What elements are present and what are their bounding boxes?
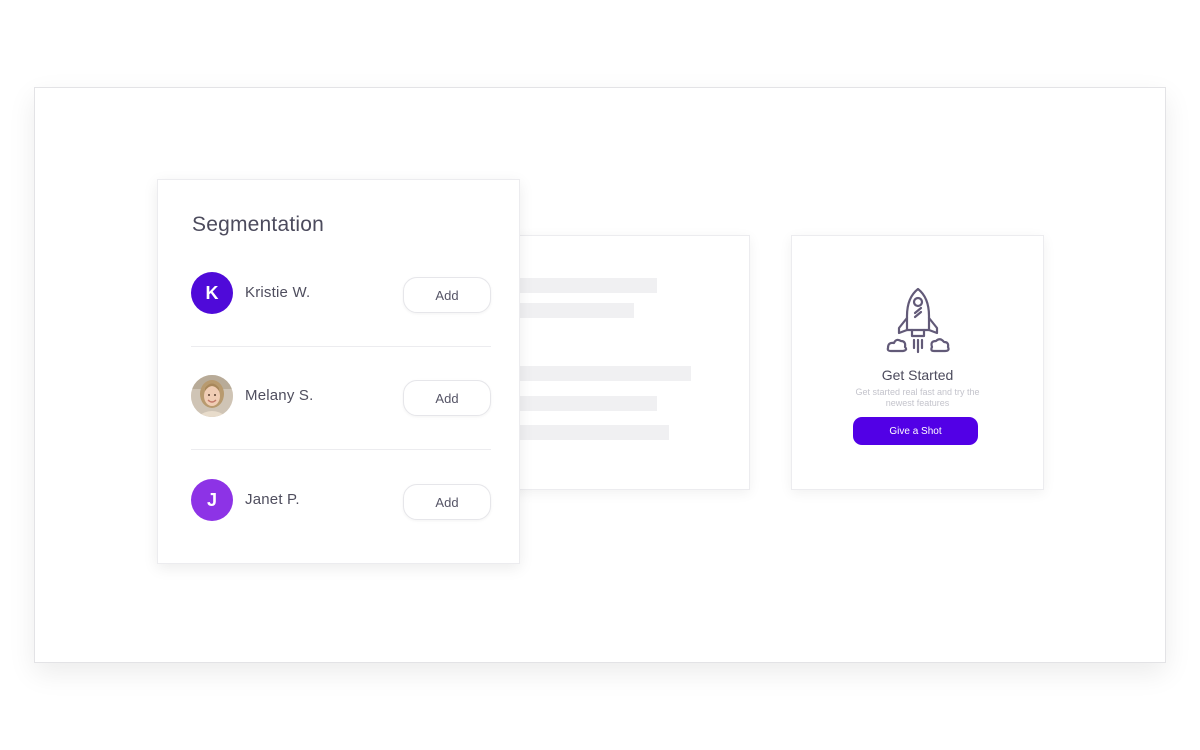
avatar: J [191,479,233,521]
segmentation-card: Segmentation K Kristie W. Add Melany S. … [157,179,520,564]
avatar-photo [191,375,233,417]
give-a-shot-button[interactable]: Give a Shot [853,417,978,445]
user-name: Kristie W. [245,284,311,301]
rocket-icon [886,287,950,354]
placeholder-card [500,235,750,490]
user-name: Janet P. [245,491,300,508]
user-row-janet: J Janet P. Add [191,479,491,523]
skeleton-line [519,278,657,293]
user-row-melany: Melany S. Add [191,375,491,419]
get-started-title: Get Started [881,367,954,383]
avatar-initial: K [205,282,219,303]
row-divider [191,449,491,450]
get-started-card: Get Started Get started real fast and tr… [791,235,1044,490]
person-photo-icon [191,375,233,417]
skeleton-line [519,366,691,381]
add-button[interactable]: Add [403,277,491,313]
skeleton-line [519,425,669,440]
user-name: Melany S. [245,387,314,404]
avatar: K [191,272,233,314]
add-button[interactable]: Add [403,484,491,520]
avatar-initial: J [206,489,217,510]
skeleton-line [519,303,634,318]
row-divider [191,346,491,347]
get-started-subtitle: Get started real fast and try the newest… [855,387,980,408]
skeleton-line [519,396,657,411]
user-row-kristie: K Kristie W. Add [191,272,491,316]
segmentation-title: Segmentation [192,213,324,236]
add-button[interactable]: Add [403,380,491,416]
